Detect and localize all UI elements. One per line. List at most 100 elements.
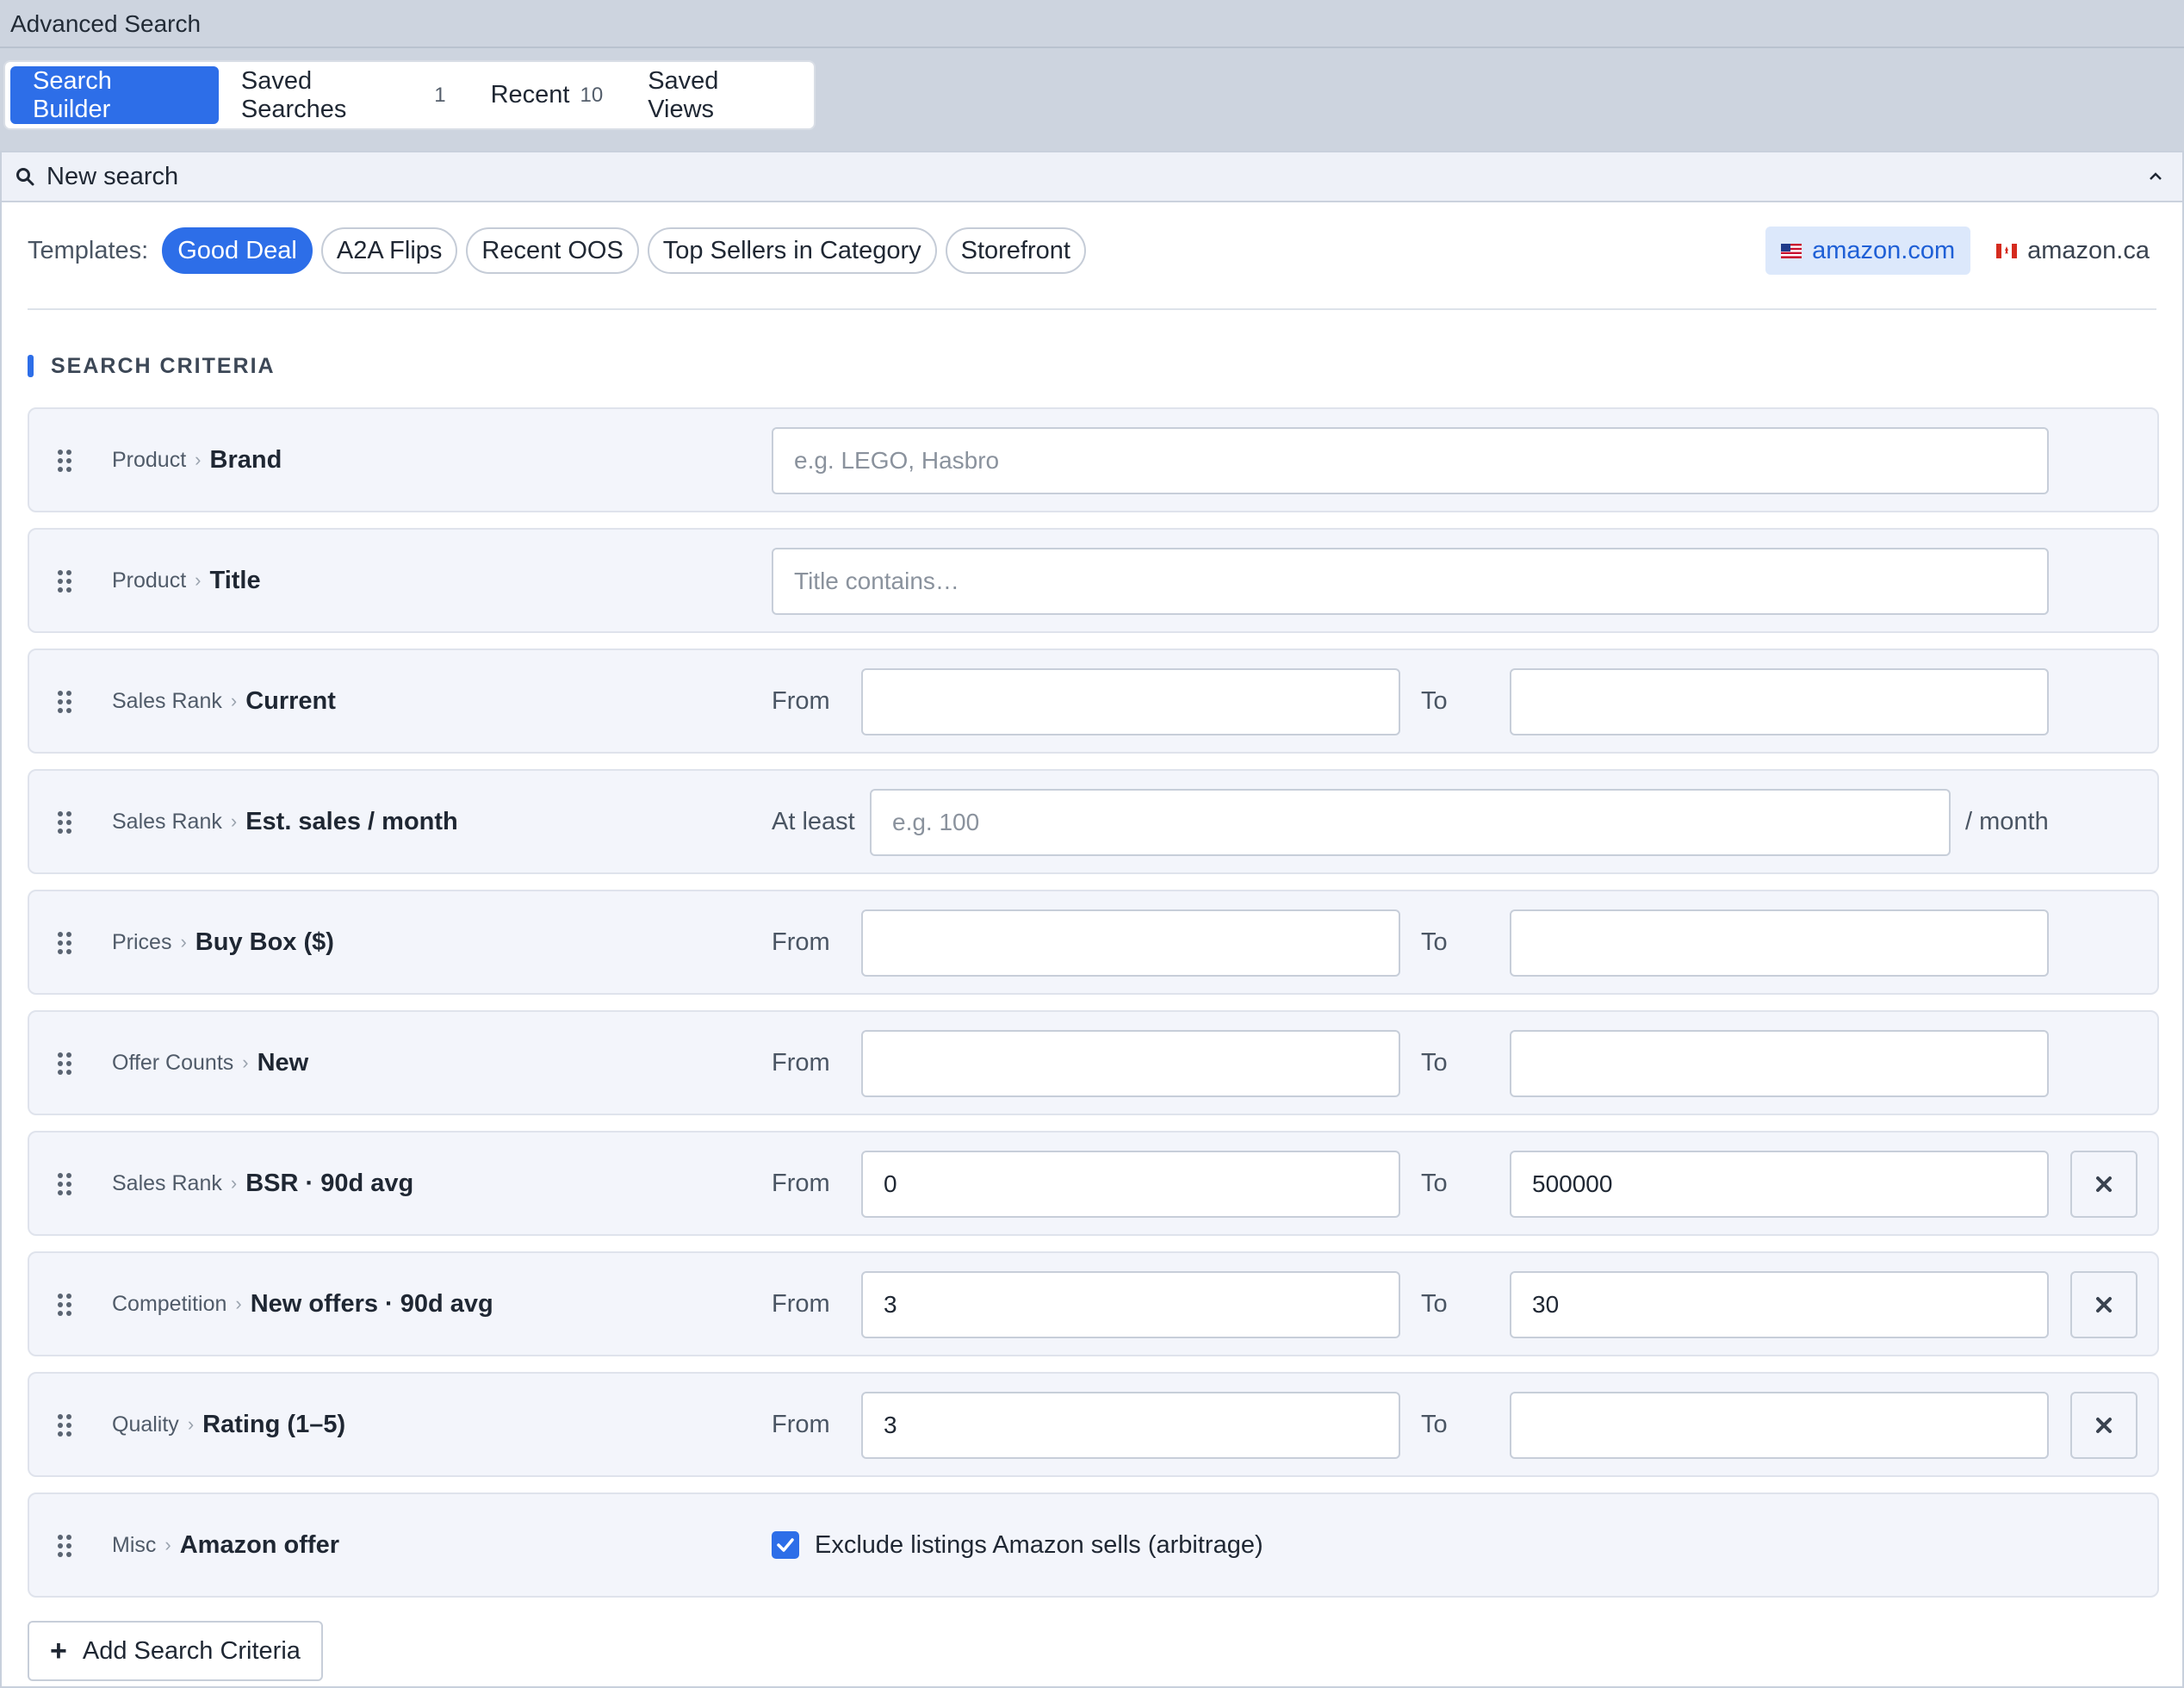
remove-criteria-button[interactable] bbox=[2070, 1151, 2137, 1218]
from-input[interactable] bbox=[861, 1151, 1400, 1218]
criteria-category: Prices bbox=[112, 929, 172, 954]
close-icon bbox=[2096, 1418, 2112, 1433]
tab-label: Saved Views bbox=[648, 66, 719, 123]
from-label: From bbox=[772, 1049, 830, 1077]
template-chip-top-sellers[interactable]: Top Sellers in Category bbox=[647, 227, 937, 274]
to-input[interactable] bbox=[1510, 1030, 2049, 1097]
tab-saved-views[interactable]: Saved Views bbox=[625, 66, 814, 124]
criteria-row-bsr-90d: Sales Rank › BSR · 90d avg From To bbox=[28, 1131, 2159, 1236]
at-least-label: At least bbox=[772, 808, 855, 835]
panel-header[interactable]: New search bbox=[2, 152, 2182, 202]
close-icon bbox=[2096, 1176, 2112, 1192]
marketplace-selector: amazon.com amazon.ca bbox=[1755, 227, 2165, 275]
ca-flag-icon bbox=[1996, 243, 2018, 258]
divider bbox=[28, 308, 2156, 310]
template-chip-good-deal[interactable]: Good Deal bbox=[162, 227, 313, 274]
add-search-criteria-button[interactable]: + Add Search Criteria bbox=[28, 1621, 323, 1681]
exclude-amazon-checkbox-wrap: Exclude listings Amazon sells (arbitrage… bbox=[772, 1494, 1263, 1596]
criteria-category: Sales Rank bbox=[112, 1170, 222, 1195]
chevron-up-icon[interactable] bbox=[2146, 168, 2165, 185]
from-label: From bbox=[772, 1411, 830, 1438]
criteria-field: Brand bbox=[209, 445, 282, 474]
drag-handle-icon[interactable] bbox=[57, 1293, 72, 1317]
breadcrumb-chevron-icon: › bbox=[242, 1052, 249, 1073]
criteria-category: Competition bbox=[112, 1291, 227, 1316]
window-title: Advanced Search bbox=[0, 0, 2184, 48]
breadcrumb-chevron-icon: › bbox=[235, 1293, 242, 1314]
breadcrumb-chevron-icon: › bbox=[195, 449, 202, 470]
us-flag-icon bbox=[1781, 243, 1802, 258]
remove-criteria-button[interactable] bbox=[2070, 1271, 2137, 1338]
checkmark-icon bbox=[777, 1538, 794, 1552]
to-input[interactable] bbox=[1510, 1151, 2049, 1218]
drag-handle-icon[interactable] bbox=[57, 690, 72, 714]
drag-handle-icon[interactable] bbox=[57, 1413, 72, 1437]
sales-per-month-input[interactable] bbox=[870, 789, 1951, 856]
search-icon bbox=[16, 168, 34, 186]
template-chip-a2a-flips[interactable]: A2A Flips bbox=[320, 227, 458, 274]
add-search-criteria-label: Add Search Criteria bbox=[82, 1636, 301, 1665]
tab-search-builder[interactable]: Search Builder bbox=[10, 66, 219, 124]
template-chip-recent-oos[interactable]: Recent OOS bbox=[466, 227, 639, 274]
market-amazon-ca[interactable]: amazon.ca bbox=[1981, 227, 2165, 275]
drag-handle-icon[interactable] bbox=[57, 449, 72, 473]
criteria-row-title: Product › Title bbox=[28, 528, 2159, 633]
drag-handle-icon[interactable] bbox=[57, 1534, 72, 1558]
tab-recent[interactable]: Recent 10 bbox=[468, 66, 626, 124]
from-input[interactable] bbox=[861, 1030, 1400, 1097]
from-input[interactable] bbox=[861, 668, 1400, 735]
from-label: From bbox=[772, 1290, 830, 1318]
breadcrumb-chevron-icon: › bbox=[164, 1534, 171, 1555]
criteria-category: Product bbox=[112, 568, 187, 593]
templates-label: Templates: bbox=[28, 236, 149, 264]
drag-handle-icon[interactable] bbox=[57, 931, 72, 955]
to-input[interactable] bbox=[1510, 668, 2049, 735]
tab-saved-searches[interactable]: Saved Searches 1 bbox=[219, 66, 468, 124]
to-input[interactable] bbox=[1510, 909, 2049, 977]
criteria-category: Quality bbox=[112, 1412, 179, 1437]
drag-handle-icon[interactable] bbox=[57, 1172, 72, 1196]
title-input[interactable] bbox=[772, 548, 2049, 615]
tab-label: Recent bbox=[490, 81, 570, 109]
criteria-category: Sales Rank bbox=[112, 809, 222, 834]
criteria-field: Current bbox=[245, 686, 336, 715]
tab-label: Saved Searches bbox=[240, 66, 347, 123]
criteria-field: Rating (1–5) bbox=[202, 1410, 346, 1438]
exclude-amazon-checkbox[interactable] bbox=[772, 1531, 799, 1559]
criteria-row-est-sales: Sales Rank › Est. sales / month At least… bbox=[28, 769, 2159, 874]
breadcrumb-chevron-icon: › bbox=[230, 810, 238, 832]
criteria-field: Est. sales / month bbox=[245, 807, 458, 835]
criteria-row-brand: Product › Brand bbox=[28, 407, 2159, 512]
tab-count-badge: 1 bbox=[434, 83, 446, 107]
tab-count-badge: 10 bbox=[580, 83, 604, 107]
from-input[interactable] bbox=[861, 1392, 1400, 1459]
breadcrumb-chevron-icon: › bbox=[230, 690, 238, 711]
to-input[interactable] bbox=[1510, 1271, 2049, 1338]
template-chip-storefront[interactable]: Storefront bbox=[945, 227, 1086, 274]
to-label: To bbox=[1421, 1170, 1448, 1197]
to-label: To bbox=[1421, 1411, 1448, 1438]
criteria-breadcrumb: Offer Counts › New bbox=[112, 1012, 308, 1114]
criteria-breadcrumb: Quality › Rating (1–5) bbox=[112, 1374, 345, 1475]
criteria-row-sales-rank-current: Sales Rank › Current From To bbox=[28, 649, 2159, 754]
to-input[interactable] bbox=[1510, 1392, 2049, 1459]
view-tabs: Search Builder Saved Searches 1 Recent 1… bbox=[3, 60, 816, 130]
market-amazon-com[interactable]: amazon.com bbox=[1765, 227, 1971, 275]
to-label: To bbox=[1421, 928, 1448, 956]
drag-handle-icon[interactable] bbox=[57, 569, 72, 593]
criteria-field: BSR · 90d avg bbox=[245, 1169, 414, 1197]
remove-criteria-button[interactable] bbox=[2070, 1392, 2137, 1459]
criteria-field: Title bbox=[209, 566, 261, 594]
per-month-label: / month bbox=[1965, 808, 2049, 835]
criteria-breadcrumb: Sales Rank › Current bbox=[112, 650, 336, 752]
from-input[interactable] bbox=[861, 909, 1400, 977]
criteria-row-rating: Quality › Rating (1–5) From To bbox=[28, 1372, 2159, 1477]
tab-label: Search Builder bbox=[33, 66, 112, 123]
exclude-amazon-label[interactable]: Exclude listings Amazon sells (arbitrage… bbox=[815, 1531, 1263, 1560]
from-input[interactable] bbox=[861, 1271, 1400, 1338]
brand-input[interactable] bbox=[772, 427, 2049, 494]
templates-bar: Templates: Good Deal A2A Flips Recent OO… bbox=[28, 227, 1095, 275]
criteria-breadcrumb: Product › Title bbox=[112, 530, 261, 631]
drag-handle-icon[interactable] bbox=[57, 1052, 72, 1076]
drag-handle-icon[interactable] bbox=[57, 810, 72, 835]
